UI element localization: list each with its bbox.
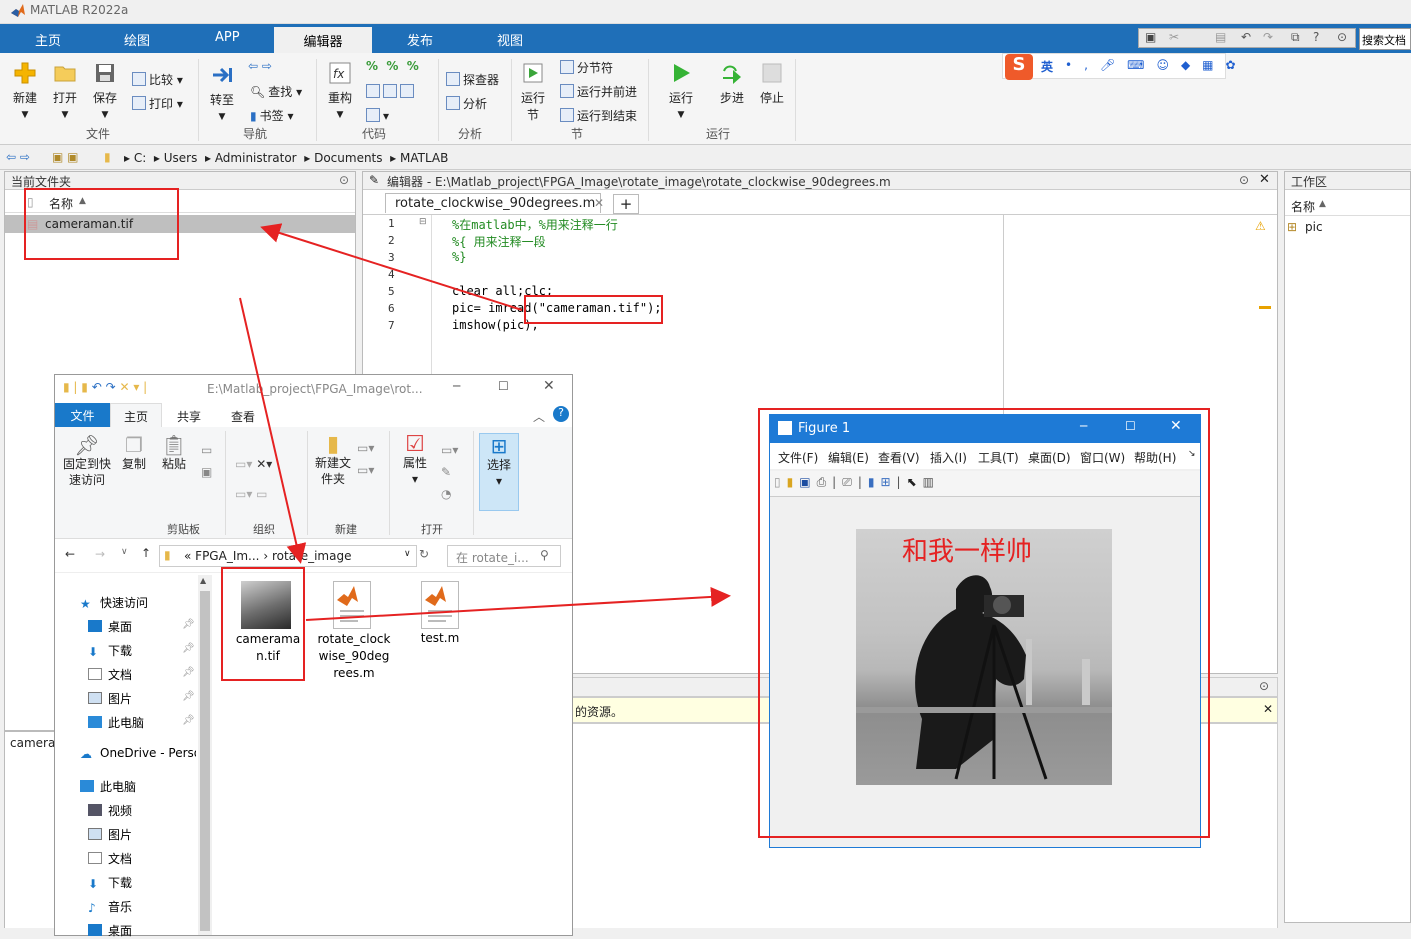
annotation-arrows [239,223,731,621]
